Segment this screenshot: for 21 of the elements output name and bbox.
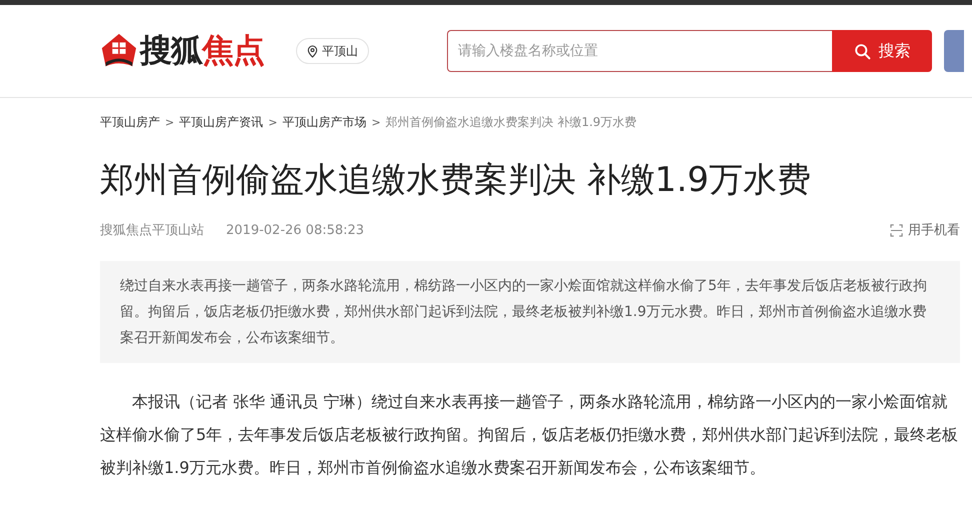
breadcrumb-separator: > <box>268 116 278 128</box>
publish-time: 2019-02-26 08:58:23 <box>226 222 364 238</box>
article-paragraph: 本报讯（记者 张华 通讯员 宁琳）绕过自来水表再接一趟管子，两条水路轮流用，棉纺路一小区内的一家小烩面馆就这样偷水偷了5年，去年事发后饭店老板被行政拘留。拘留后，饭店老板仍拒缴水费，郑州供水部门起诉到法院，最终老板被判补缴1.9万元水费。昨日，郑州市首例偷盗水追缴水费案召开新闻发布会，公布该案细节。 <box>100 391 960 479</box>
breadcrumb-link[interactable]: 平顶山房产 <box>100 114 160 130</box>
source-link[interactable]: 搜狐焦点平顶山站 <box>100 221 204 239</box>
site-logo[interactable]: 搜狐焦点 <box>100 29 290 73</box>
breadcrumb-separator: > <box>165 116 174 128</box>
search-field[interactable]: 请输入楼盘名称或位置 <box>447 30 832 72</box>
summary-text: 绕过自来水表再接一趟管子，两条水路轮流用，棉纺路一小区内的一家小烩面馆就这样偷水偷了5年，去年事发后饭店老板被行政拘留。拘留后，饭店老板仍拒缴水费，郑州供水部门起诉到法院，最终老板被判补缴1.9万元水费。昨日，郑州市首例偷盗水追缴水费案召开新闻发布会，公布该案细节。 <box>120 277 928 348</box>
search-button[interactable]: 搜索 <box>832 30 932 72</box>
mobile-view-link[interactable]: 用手机看 <box>890 221 960 239</box>
scan-icon <box>890 224 903 236</box>
breadcrumb-link[interactable]: 郑州首例偷盗水追缴水费案判决 补缴1.9万水费 <box>386 114 637 130</box>
city-selector[interactable]: 平顶山 <box>296 38 369 64</box>
location-pin-icon <box>307 44 318 58</box>
breadcrumb-link[interactable]: 平顶山房产资讯 <box>179 114 264 130</box>
breadcrumb-separator: > <box>371 116 381 128</box>
article-title: 郑州首例偷盗水追缴水费案判决 补缴1.9万水费 <box>100 159 812 202</box>
breadcrumb-link[interactable]: 平顶山房产市场 <box>282 114 366 130</box>
search-icon <box>854 42 870 60</box>
side-button[interactable] <box>944 30 964 72</box>
